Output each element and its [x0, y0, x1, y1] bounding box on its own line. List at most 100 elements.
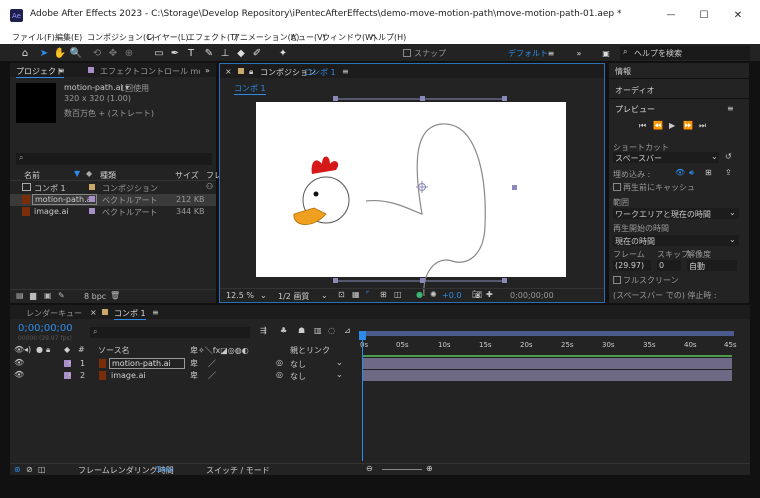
- snapshot-icon[interactable]: 📷︎: [472, 290, 482, 299]
- audio-panel-title[interactable]: オーディオ: [615, 85, 654, 96]
- info-panel-title[interactable]: 情報: [615, 66, 631, 77]
- parent-select[interactable]: なし: [290, 371, 306, 382]
- magnification-select[interactable]: 12.5 %: [226, 291, 254, 300]
- mask-visibility-icon[interactable]: ⌜: [366, 290, 370, 299]
- help-search-field[interactable]: ⌕ ヘルプを検索: [620, 46, 750, 60]
- graph-editor-icon[interactable]: ⊿: [344, 326, 351, 335]
- home-icon[interactable]: ⌂: [18, 46, 32, 60]
- rotate-tool-icon[interactable]: ⟲: [90, 46, 104, 60]
- motion-blur-toggle-icon[interactable]: ◫: [38, 465, 46, 474]
- col-source-name[interactable]: ソース名: [98, 345, 130, 356]
- menu-file[interactable]: ファイル(F): [12, 32, 55, 43]
- close-button[interactable]: ✕: [731, 8, 745, 22]
- zoom-out-icon[interactable]: ⊖: [366, 464, 373, 473]
- last-frame-icon[interactable]: ⏭: [699, 121, 706, 131]
- hand-tool-icon[interactable]: ✋: [53, 46, 67, 60]
- menu-window[interactable]: ウィンドウ(W): [322, 32, 376, 43]
- pickwhip-icon[interactable]: ◎: [276, 370, 283, 379]
- transparency-grid-icon[interactable]: ▦: [352, 290, 360, 299]
- expand-arrow-icon[interactable]: ›: [68, 358, 71, 367]
- include-audio-icon[interactable]: 🔊︎: [689, 168, 694, 178]
- close-icon[interactable]: ×: [225, 67, 232, 76]
- resolution-select[interactable]: 自動: [687, 260, 737, 271]
- current-timecode[interactable]: 0;00;00;00: [18, 323, 73, 334]
- camera-tool-icon[interactable]: ✥: [106, 46, 120, 60]
- range-select[interactable]: ワークエリアと現在の時間 ⌄: [613, 208, 739, 219]
- workspace-menu-icon[interactable]: ≡: [545, 46, 557, 60]
- bpc-label[interactable]: 8 bpc: [84, 292, 106, 301]
- composition-tab-name[interactable]: コンポ 1: [304, 67, 336, 78]
- lock-icon[interactable]: 🔒︎: [249, 67, 253, 77]
- layer-bar[interactable]: [362, 370, 732, 381]
- interpret-footage-icon[interactable]: ▤: [16, 291, 24, 300]
- adjust-icon[interactable]: ✎: [58, 291, 65, 300]
- clone-stamp-icon[interactable]: ⊥: [218, 46, 232, 60]
- list-item[interactable]: image.ai ベクトルアート 344 KB: [10, 206, 216, 218]
- pan-behind-icon[interactable]: ⊕: [122, 46, 136, 60]
- expand-arrow-icon[interactable]: ›: [68, 370, 71, 379]
- timeline-menu-icon[interactable]: ≡: [152, 308, 159, 317]
- work-area-bar[interactable]: [362, 331, 734, 336]
- brush-tool-icon[interactable]: ✎: [202, 46, 216, 60]
- text-tool-icon[interactable]: T: [184, 46, 198, 60]
- col-parent[interactable]: 親とリンク: [290, 345, 330, 356]
- include-video-icon[interactable]: 👁︎: [675, 168, 685, 177]
- tab-timeline-comp[interactable]: コンポ 1: [114, 308, 146, 320]
- new-composition-icon[interactable]: ▣: [44, 291, 52, 300]
- layer-search-field[interactable]: ⌕: [90, 327, 250, 338]
- playhead-handle[interactable]: [359, 331, 366, 340]
- exposure-icon[interactable]: ✺: [430, 290, 437, 299]
- ae-sync-icon[interactable]: ▣: [598, 47, 614, 59]
- play-icon[interactable]: ▶: [669, 121, 675, 130]
- viewer-timecode[interactable]: 0;00;00;00: [510, 291, 554, 300]
- comp-canvas[interactable]: [256, 96, 566, 297]
- next-frame-icon[interactable]: ⏩: [683, 121, 693, 130]
- roto-brush-icon[interactable]: ✐: [250, 46, 264, 60]
- layer-name[interactable]: image.ai: [111, 371, 146, 380]
- eraser-tool-icon[interactable]: ◆: [234, 46, 248, 60]
- zoom-tool-icon[interactable]: 🔍: [69, 46, 83, 60]
- tab-render-queue[interactable]: レンダーキュー: [26, 308, 82, 319]
- eye-icon[interactable]: 👁︎: [14, 358, 24, 367]
- frame-rate-select[interactable]: (29.97): [613, 260, 651, 271]
- menu-view[interactable]: ビュー(V): [290, 32, 326, 43]
- prev-frame-icon[interactable]: ⏪: [653, 121, 663, 130]
- workspace-default[interactable]: デフォルト: [508, 48, 548, 59]
- table-row[interactable]: 👁︎ › 1 motion-path.ai 卑 ／ ◎ なし ⌄: [10, 358, 360, 369]
- preview-panel-title[interactable]: プレビュー: [615, 104, 655, 115]
- zoom-in-icon[interactable]: ⊕: [426, 464, 433, 473]
- skip-select[interactable]: 0: [657, 260, 681, 271]
- playhead[interactable]: [362, 331, 363, 461]
- inner-comp-tab[interactable]: コンポ 1: [234, 83, 266, 95]
- menu-effect[interactable]: エフェクト(T): [187, 32, 238, 43]
- menu-help[interactable]: ヘルプ(H): [370, 32, 406, 43]
- project-menu-icon[interactable]: ≡: [58, 66, 65, 75]
- first-frame-icon[interactable]: ⏮: [639, 121, 646, 131]
- show-snapshot-icon[interactable]: ✚: [486, 290, 493, 299]
- project-search-field[interactable]: ⌕: [16, 153, 212, 165]
- maximize-button[interactable]: ☐: [697, 8, 711, 22]
- play-from-select[interactable]: 現在の時間 ⌄: [613, 235, 739, 246]
- shy-layers-icon[interactable]: ☗: [298, 326, 305, 335]
- cache-before-checkbox[interactable]: [613, 183, 621, 191]
- chevron-down-icon[interactable]: ⌄: [336, 358, 343, 367]
- region-icon[interactable]: ⊡: [338, 290, 345, 299]
- close-icon[interactable]: ×: [90, 308, 97, 317]
- puppet-pin-icon[interactable]: ✦: [276, 46, 290, 60]
- new-folder-icon[interactable]: ▆: [30, 291, 36, 300]
- color-management-icon[interactable]: ●: [416, 290, 423, 299]
- fullscreen-checkbox[interactable]: [613, 276, 621, 284]
- channel-icon[interactable]: ◫: [394, 290, 402, 299]
- trash-icon[interactable]: 🗑: [110, 291, 120, 300]
- render-toggle-icon[interactable]: ⊛: [14, 465, 21, 474]
- render-time-icon[interactable]: ⊘: [26, 465, 33, 474]
- shortcut-select[interactable]: スペースバー ⌄: [613, 152, 719, 163]
- preview-menu-icon[interactable]: ≡: [727, 104, 734, 113]
- quality-switch-icon[interactable]: ／: [208, 370, 216, 381]
- chevron-down-icon[interactable]: ⌄: [260, 291, 267, 300]
- tab-effect-controls[interactable]: エフェクトコントロール motion-: [100, 66, 200, 77]
- composition-menu-icon[interactable]: ≡: [342, 67, 349, 76]
- pickwhip-icon[interactable]: ◎: [276, 358, 283, 367]
- selection-tool-icon[interactable]: ➤: [37, 46, 51, 60]
- chevron-down-icon[interactable]: ⌄: [336, 370, 343, 379]
